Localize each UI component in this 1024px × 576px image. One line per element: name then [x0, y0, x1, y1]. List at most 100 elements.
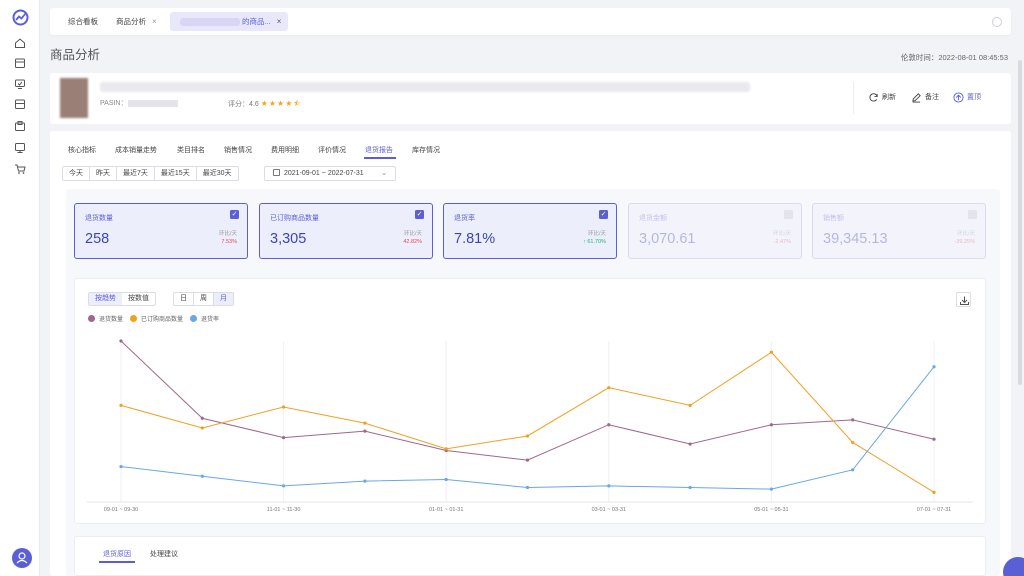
subtab-inventory[interactable]: 库存情况 — [412, 145, 440, 155]
data-point — [932, 437, 936, 441]
home-icon[interactable] — [14, 37, 26, 49]
checkbox[interactable]: ✓ — [599, 210, 608, 219]
edit-icon — [912, 92, 921, 103]
subtab-sales[interactable]: 销售情况 — [224, 145, 252, 155]
metric-card-sales[interactable]: 销售额 39,345.13 环比/天 -39.25% — [812, 203, 986, 259]
data-point — [282, 405, 286, 409]
checkbox[interactable]: ✓ — [230, 210, 239, 219]
metric-compare: 7.53% — [221, 239, 237, 245]
package-icon[interactable] — [14, 120, 26, 132]
return-reason-card: 退货原因 处理建议 — [74, 536, 986, 576]
checkbox[interactable]: ✓ — [415, 210, 424, 219]
rating-label: 评分： — [228, 101, 249, 108]
monitor-check-icon[interactable] — [14, 78, 26, 90]
metric-value: 3,070.61 — [639, 231, 696, 247]
metric-compare: -39.25% — [954, 239, 976, 245]
desktop-icon[interactable] — [14, 142, 26, 154]
refresh-button[interactable]: 刷新 — [868, 91, 896, 105]
date-today-button[interactable]: 今天 — [63, 167, 90, 180]
metric-compare: 42.82% — [403, 239, 422, 245]
refresh-icon — [869, 92, 878, 102]
data-point — [200, 426, 204, 430]
subtab-returns[interactable]: 退货报告 — [365, 145, 393, 155]
data-point — [932, 365, 936, 369]
data-point — [363, 429, 367, 433]
metric-card-ordered-qty[interactable]: 已订购商品数量 ✓ 3,305 环比/天 42.82% — [259, 203, 433, 259]
sidebar — [0, 0, 40, 576]
metric-card-return-qty[interactable]: 退货数量 ✓ 258 环比/天 7.53% — [74, 203, 248, 259]
date-15days-button[interactable]: 最近15天 — [155, 167, 197, 180]
metric-compare-label: 环比/天 — [587, 231, 606, 237]
data-point — [607, 484, 611, 488]
pasin: PASIN： — [100, 98, 178, 108]
subtab-core-metrics[interactable]: 核心指标 — [68, 145, 96, 155]
data-point — [769, 487, 774, 491]
settings-icon[interactable] — [992, 17, 1002, 27]
data-point — [525, 434, 530, 438]
data-point — [119, 403, 123, 407]
data-point — [444, 477, 448, 482]
star-rating: ★★★★⯪ — [260, 99, 302, 108]
date-7days-button[interactable]: 最近7天 — [117, 167, 155, 180]
checkbox[interactable] — [784, 210, 793, 219]
active-tab-indicator — [99, 561, 135, 563]
close-icon[interactable]: × — [152, 17, 157, 26]
subtab-category-rank[interactable]: 类目排名 — [177, 145, 205, 155]
data-point — [444, 447, 448, 451]
metric-compare-label: 环比/天 — [772, 231, 791, 237]
rating: 评分：4.6 ★★★★⯪ — [228, 98, 302, 112]
metric-label: 退货数量 — [85, 215, 113, 222]
metric-label: 退货率 — [454, 215, 475, 222]
avatar[interactable] — [12, 548, 32, 568]
metric-card-return-amount[interactable]: 退货金额 3,070.61 环比/天 -2.47% — [628, 203, 802, 259]
quick-date-group: 今天 昨天 最近7天 最近15天 最近30天 — [62, 166, 239, 181]
main-panel: 核心指标 成本销量走势 类目排名 销售情况 费用明细 评价情况 退货报告 库存情… — [50, 131, 1011, 576]
tab-product-analysis[interactable]: 商品分析 × — [116, 12, 157, 31]
tab-dashboard[interactable]: 综合看板 — [68, 12, 98, 31]
data-point — [119, 339, 123, 343]
scrollbar[interactable] — [1018, 60, 1022, 385]
store-icon[interactable] — [14, 98, 26, 110]
cart-icon[interactable] — [14, 163, 26, 175]
date-30days-button[interactable]: 最近30天 — [197, 167, 238, 180]
data-point — [851, 468, 855, 472]
close-icon[interactable]: × — [277, 17, 282, 26]
metric-label: 销售额 — [823, 215, 844, 222]
button-label: 置顶 — [967, 94, 981, 101]
box-icon[interactable] — [14, 57, 26, 69]
metric-card-return-rate[interactable]: 退货率 ✓ 7.81% 环比/天 ↑ 61.70% — [443, 203, 617, 259]
product-card: PASIN： 评分：4.6 ★★★★⯪ 刷新 备注 置顶 — [50, 73, 1011, 124]
x-tick-label: 03-01 ~ 03-31 — [592, 507, 626, 513]
data-point — [282, 436, 286, 440]
date-yesterday-button[interactable]: 昨天 — [90, 167, 117, 180]
logo-icon[interactable] — [12, 9, 29, 26]
metric-value: 39,345.13 — [823, 231, 888, 247]
data-point — [607, 386, 611, 390]
metric-value: 7.81% — [454, 231, 496, 247]
subtab-fees[interactable]: 费用明细 — [271, 145, 299, 155]
data-point — [851, 440, 855, 445]
tab-suggestion[interactable]: 处理建议 — [150, 549, 178, 559]
metric-compare-label: 环比/天 — [403, 231, 422, 237]
pin-button[interactable]: 置顶 — [953, 91, 981, 105]
data-point — [688, 403, 692, 407]
active-tab-indicator — [364, 157, 396, 159]
x-tick-label: 07-01 ~ 07-31 — [917, 507, 951, 513]
subtab-reviews[interactable]: 评价情况 — [318, 145, 346, 155]
x-tick-label: 09-01 ~ 09-30 — [104, 507, 138, 513]
subtab-cost-sales-trend[interactable]: 成本销量走势 — [115, 145, 157, 155]
x-tick-label: 11-01 ~ 11-30 — [267, 507, 301, 513]
data-point — [363, 421, 367, 425]
data-point — [932, 490, 936, 494]
arrow-up-circle-icon — [953, 92, 964, 103]
note-button[interactable]: 备注 — [911, 91, 939, 105]
tab-return-reason[interactable]: 退货原因 — [103, 549, 131, 559]
data-point — [688, 442, 692, 446]
date-range-picker[interactable]: 2021-09-01 ~ 2022-07-31 ⌄ — [264, 166, 396, 181]
checkbox[interactable] — [968, 210, 977, 219]
line-chart: 09-01 ~ 09-30 11-01 ~ 11-30 01-01 ~ 01-31 0… — [87, 339, 973, 513]
metric-value: 258 — [85, 231, 110, 247]
tab-product-detail[interactable]: 的商品... × — [170, 12, 288, 31]
metric-compare: -2.47% — [773, 239, 791, 245]
metric-compare: ↑ 61.70% — [583, 239, 606, 245]
